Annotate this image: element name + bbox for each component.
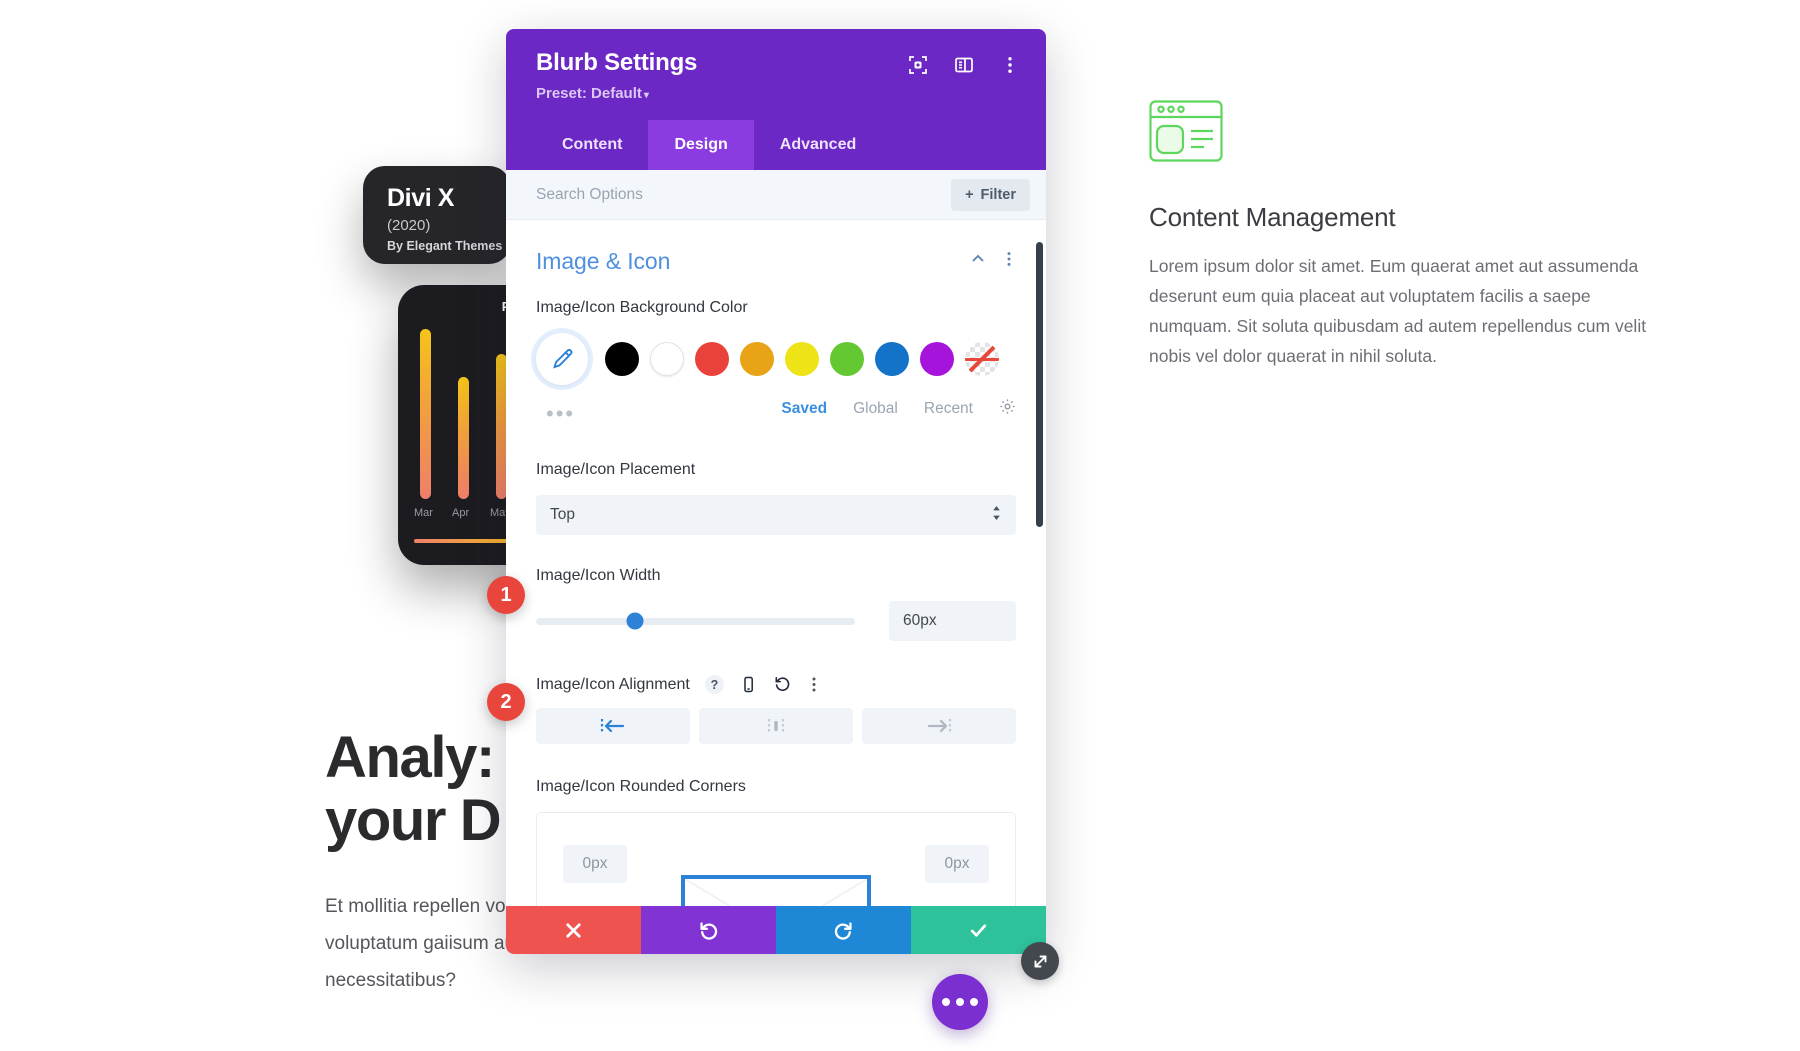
more-horizontal-icon[interactable] xyxy=(932,974,988,1030)
chevron-updown-icon xyxy=(991,505,1002,526)
mobile-icon[interactable] xyxy=(739,675,758,694)
hero-heading: Analy: your D xyxy=(325,725,502,853)
svg-text:?: ? xyxy=(711,678,719,692)
reset-icon[interactable] xyxy=(773,675,792,694)
chart-label: Mar xyxy=(414,507,433,519)
corner-preview-box xyxy=(681,875,871,906)
filter-label: Filter xyxy=(980,186,1016,203)
color-tab-recent[interactable]: Recent xyxy=(924,400,973,418)
modal-body: Image & Icon Image/Icon Background Color… xyxy=(506,220,1046,906)
filter-button[interactable]: + Filter xyxy=(951,178,1030,211)
align-center-button[interactable] xyxy=(699,708,853,745)
section-title: Image & Icon xyxy=(536,248,671,275)
divi-card-title: Divi X xyxy=(387,184,455,212)
rounded-corners-label: Image/Icon Rounded Corners xyxy=(536,778,746,796)
modal-tabs: Content Design Advanced xyxy=(536,120,1016,171)
width-slider-knob[interactable] xyxy=(626,612,644,630)
chart-bar xyxy=(458,377,469,499)
swatch-green[interactable] xyxy=(830,342,864,377)
swatch-blue[interactable] xyxy=(875,342,909,377)
screen: Divi X (2020) By Elegant Themes Perfor M… xyxy=(0,0,1800,1051)
width-slider-track[interactable] xyxy=(536,612,855,630)
cancel-button[interactable] xyxy=(506,906,641,954)
swatch-red[interactable] xyxy=(695,342,729,377)
blurb-settings-modal: Blurb Settings Preset: Default ▾ Content… xyxy=(506,29,1046,954)
more-colors-button[interactable]: ••• xyxy=(536,401,575,427)
tab-advanced[interactable]: Advanced xyxy=(754,120,882,170)
bg-color-label: Image/Icon Background Color xyxy=(536,299,748,317)
color-tab-global[interactable]: Global xyxy=(853,400,898,418)
alignment-label: Image/Icon Alignment xyxy=(536,675,690,693)
layout-panel-icon[interactable] xyxy=(954,55,974,75)
width-slider-row: 60px xyxy=(536,601,1016,642)
modal-header-actions xyxy=(908,55,1020,75)
color-swatch-row xyxy=(536,333,1016,386)
search-bar: + Filter xyxy=(506,170,1046,221)
more-vertical-icon[interactable] xyxy=(1002,251,1016,272)
feature-blurb: Content Management Lorem ipsum dolor sit… xyxy=(1149,100,1649,371)
help-icon[interactable]: ? xyxy=(704,675,724,695)
plus-icon: + xyxy=(965,186,974,203)
resize-diagonal-icon[interactable] xyxy=(1021,942,1059,980)
eyedropper-icon[interactable] xyxy=(536,333,588,386)
swatch-purple[interactable] xyxy=(920,342,954,377)
preset-label: Preset: Default xyxy=(536,85,642,103)
preset-selector[interactable]: Preset: Default ▾ xyxy=(536,85,1016,102)
content-management-window-icon xyxy=(1149,100,1223,162)
placement-label: Image/Icon Placement xyxy=(536,461,696,479)
more-vertical-icon[interactable] xyxy=(807,676,821,693)
redo-button[interactable] xyxy=(776,906,911,954)
modal-header: Blurb Settings Preset: Default ▾ Content… xyxy=(506,29,1046,171)
swatch-white[interactable] xyxy=(650,342,684,377)
section-header: Image & Icon xyxy=(536,248,1016,275)
focus-target-icon[interactable] xyxy=(908,55,928,75)
corner-top-left-input[interactable]: 0px xyxy=(563,845,627,884)
undo-button[interactable] xyxy=(641,906,776,954)
swatch-yellow[interactable] xyxy=(785,342,819,377)
placement-select[interactable]: Top xyxy=(536,495,1016,536)
placement-value: Top xyxy=(550,506,575,524)
chart-label: Apr xyxy=(452,507,470,519)
more-vertical-icon[interactable] xyxy=(1000,55,1020,75)
alignment-header: Image/Icon Alignment ? xyxy=(536,675,1016,695)
annotation-badge-1: 1 xyxy=(487,576,525,614)
divi-x-card: Divi X (2020) By Elegant Themes xyxy=(363,166,511,264)
width-label: Image/Icon Width xyxy=(536,567,661,585)
width-value-input[interactable]: 60px xyxy=(889,601,1016,642)
align-right-button[interactable] xyxy=(862,708,1016,745)
color-tab-saved[interactable]: Saved xyxy=(781,400,827,418)
chart-bar xyxy=(420,329,431,499)
corner-top-right-input[interactable]: 0px xyxy=(925,845,989,884)
rounded-corners-control: 0px 0px xyxy=(536,812,1016,906)
tab-design[interactable]: Design xyxy=(648,120,754,171)
swatch-transparent[interactable] xyxy=(965,342,999,377)
feature-body: Lorem ipsum dolor sit amet. Eum quaerat … xyxy=(1149,256,1647,367)
feature-title: Content Management xyxy=(1149,202,1396,232)
divi-card-author: By Elegant Themes xyxy=(387,239,503,253)
align-left-button[interactable] xyxy=(536,708,690,745)
swatch-black[interactable] xyxy=(605,342,639,377)
gear-icon[interactable] xyxy=(999,398,1016,420)
alignment-buttons xyxy=(536,708,1016,745)
chevron-up-icon[interactable] xyxy=(970,251,986,272)
modal-footer xyxy=(506,906,1046,954)
divi-card-year: (2020) xyxy=(387,217,431,234)
tab-content[interactable]: Content xyxy=(536,120,648,170)
scrollbar-thumb[interactable] xyxy=(1036,242,1043,528)
search-input[interactable] xyxy=(536,185,952,204)
annotation-badge-2: 2 xyxy=(487,683,525,721)
swatch-orange[interactable] xyxy=(740,342,774,377)
caret-down-icon: ▾ xyxy=(643,90,649,102)
